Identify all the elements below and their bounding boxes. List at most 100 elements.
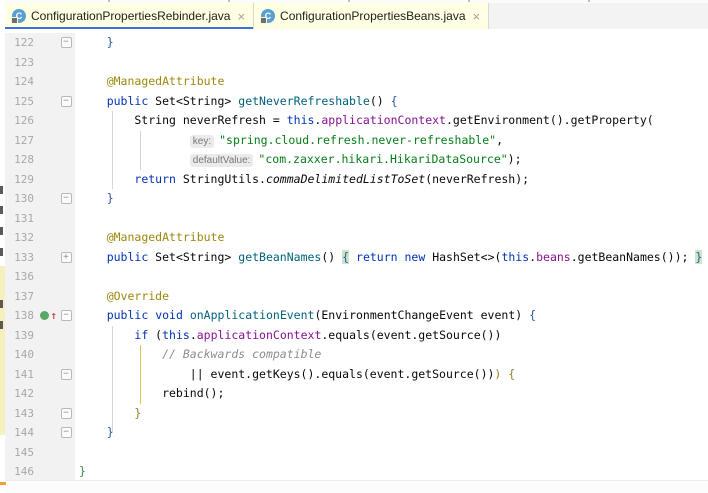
tab-configurationpropertiesrebinder[interactable]: C ConfigurationPropertiesRebinder.java × — [5, 3, 255, 30]
indent-guide — [112, 111, 113, 189]
fold-marker-icon[interactable]: − — [60, 37, 72, 49]
code-content[interactable] — [75, 53, 79, 73]
code-content[interactable]: } — [75, 423, 114, 443]
code-text: Set<String> — [148, 93, 239, 108]
code-line[interactable]: 138 ↑ − public void onApplicationEvent(Env… — [0, 306, 708, 326]
code-line[interactable]: 133 + public Set<String> getBeanNames() {… — [0, 247, 708, 268]
code-line[interactable]: 125 − public Set<String> getNeverRefresha… — [0, 91, 708, 112]
code-text: ); — [507, 152, 522, 166]
keyword: new — [404, 249, 426, 264]
line-number: 140 — [14, 348, 34, 361]
code-text: .getBeanNames()); — [570, 249, 696, 264]
code-line[interactable]: 132 @ManagedAttribute — [0, 228, 708, 248]
code-content[interactable]: || event.getKeys().equals(event.getSourc… — [75, 365, 515, 385]
gutter: 139 — [0, 325, 75, 345]
readonly-lock-icon — [260, 17, 268, 24]
gutter: 130 − — [0, 189, 75, 209]
code-line[interactable]: 131 — [0, 208, 708, 229]
comment: // Backwards compatible — [162, 347, 322, 361]
fold-marker-icon[interactable]: − — [60, 310, 72, 322]
code-content[interactable]: public Set<String> getNeverRefreshable()… — [75, 92, 398, 112]
code-line[interactable]: 129 return StringUtils.commaDelimitedLis… — [0, 169, 708, 190]
keyword: this — [501, 249, 530, 264]
fold-marker-icon[interactable]: − — [60, 407, 72, 419]
code-line[interactable]: 146} — [0, 462, 708, 481]
code-line[interactable]: 127 key: "spring.cloud.refresh.never-refr… — [0, 130, 708, 150]
code-content[interactable]: String neverRefresh = this.applicationCo… — [75, 111, 653, 131]
code-content[interactable]: public void onApplicationEvent(Environme… — [75, 306, 536, 326]
indent-guide — [140, 130, 141, 170]
fold-marker-icon[interactable]: − — [60, 95, 72, 107]
close-icon[interactable]: × — [237, 10, 245, 23]
code-line[interactable]: 137 @Override — [0, 286, 708, 307]
overrides-method-gutter-icon[interactable] — [40, 311, 50, 321]
code-line[interactable]: 128 defaultValue: "com.zaxxer.hikari.Hika… — [0, 150, 708, 170]
code-line[interactable]: 122 − } — [0, 33, 708, 53]
code-content[interactable]: defaultValue: "com.zaxxer.hikari.HikariDa… — [75, 150, 522, 170]
code-content[interactable] — [75, 443, 79, 463]
gutter: 127 — [0, 130, 75, 150]
code-line[interactable]: 141 − || event.getKeys().equals(event.get… — [0, 364, 708, 385]
override-up-arrow-icon[interactable]: ↑ — [50, 306, 57, 326]
java-class-icon: C — [260, 9, 276, 24]
fold-marker-icon[interactable]: − — [60, 427, 72, 439]
gutter: 125 − — [0, 91, 75, 111]
brace: } — [134, 405, 142, 420]
code-line[interactable]: 123 — [0, 52, 708, 73]
code-content[interactable] — [75, 209, 79, 229]
code-line[interactable]: 139 if (this.applicationContext.equals(e… — [0, 325, 708, 346]
code-editor[interactable]: 122 − } 123 124 @ManagedAttribute 125 − publi… — [0, 29, 708, 481]
line-number: 144 — [14, 426, 34, 439]
code-content[interactable] — [75, 267, 79, 287]
code-text: ( — [148, 327, 163, 342]
code-content[interactable]: } — [75, 404, 141, 424]
code-content[interactable]: @ManagedAttribute — [75, 72, 225, 92]
brace: ) { — [494, 366, 516, 381]
fold-marker-icon[interactable]: + — [60, 251, 72, 263]
code-line[interactable]: 136 — [0, 267, 708, 287]
string-literal: "com.zaxxer.hikari.HikariDataSource" — [258, 152, 508, 166]
code-content[interactable]: public Set<String> getBeanNames() { retu… — [75, 248, 703, 268]
code-line[interactable]: 140 // Backwards compatible — [0, 345, 708, 365]
code-content[interactable]: if (this.applicationContext.equals(event… — [75, 326, 501, 346]
static-method-call: commaDelimitedListToSet — [265, 171, 426, 186]
keyword: public — [106, 249, 149, 264]
code-content[interactable]: rebind(); — [75, 384, 224, 404]
code-content[interactable]: return StringUtils.commaDelimitedListToS… — [75, 170, 529, 190]
code-content[interactable]: @Override — [75, 287, 169, 307]
line-number: 128 — [14, 153, 34, 166]
code-line[interactable]: 130 − } — [0, 189, 708, 209]
code-line[interactable]: 124 @ManagedAttribute — [0, 72, 708, 92]
code-content[interactable]: @ManagedAttribute — [75, 228, 225, 248]
line-number: 138 — [14, 309, 34, 322]
fold-marker-icon[interactable]: − — [60, 368, 72, 380]
tab-configurationpropertiesbeans[interactable]: C ConfigurationPropertiesBeans.java × — [254, 3, 490, 29]
line-number: 133 — [14, 250, 34, 264]
gutter: 124 — [0, 72, 75, 92]
code-line[interactable]: 144 − } — [0, 423, 708, 443]
keyword: public — [106, 308, 149, 322]
gutter: 145 — [0, 442, 75, 462]
gutter: 136 — [0, 267, 75, 287]
gutter: 138 ↑ − — [0, 306, 75, 326]
code-line[interactable]: 145 — [0, 442, 708, 463]
code-content[interactable]: } — [75, 189, 114, 209]
brace: { — [390, 93, 398, 108]
line-number: 132 — [14, 231, 34, 244]
close-icon[interactable]: × — [473, 10, 481, 23]
code-content[interactable]: } — [75, 462, 86, 481]
fold-marker-icon[interactable]: − — [60, 193, 72, 205]
code-content[interactable]: } — [75, 33, 114, 53]
code-line[interactable]: 142 rebind(); — [0, 384, 708, 404]
code-line[interactable]: 126 String neverRefresh = this.applicati… — [0, 111, 708, 131]
brace: { — [529, 308, 537, 322]
gutter: 137 — [0, 286, 75, 306]
code-line[interactable]: 143 − } — [0, 403, 708, 424]
